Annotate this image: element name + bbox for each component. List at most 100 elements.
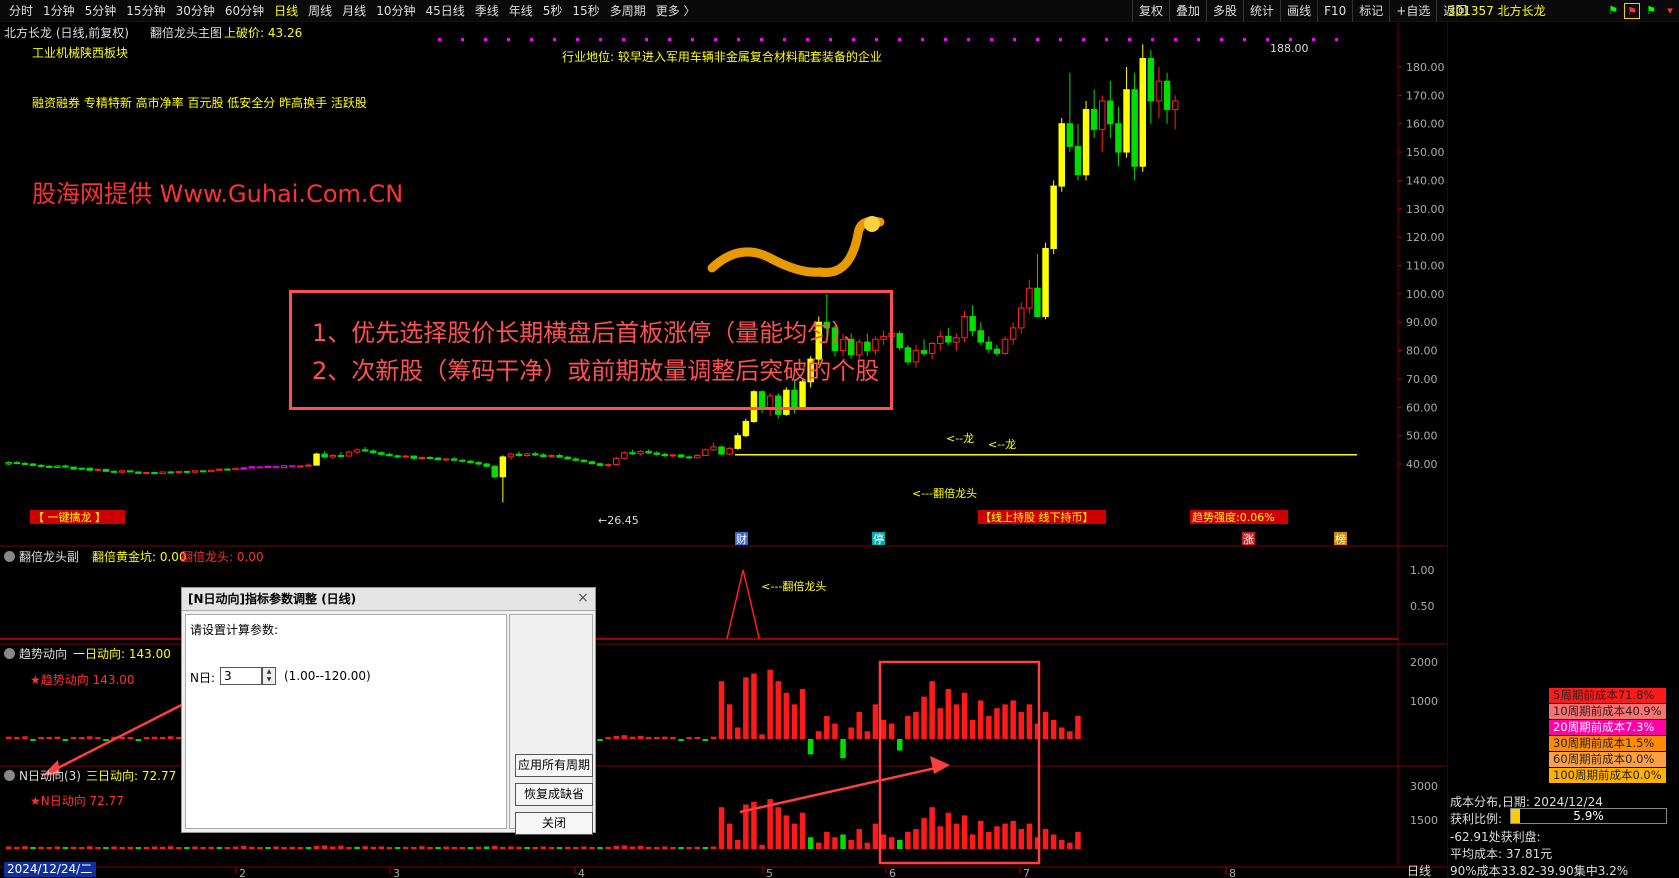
toolbar-button[interactable]: 统计 [1243,0,1280,22]
sub3-bar [46,847,52,849]
candle-body [410,455,417,459]
period-tab[interactable]: 日线 [269,0,303,22]
flag-icon[interactable]: ⚑ [1605,3,1621,19]
sub2-bar [710,736,717,739]
sub1-name: 翻倍龙头副 [19,550,80,564]
sub1-label[interactable]: 翻倍龙头副 [4,548,79,565]
period-tab[interactable]: 周线 [303,0,337,22]
signal-dot [898,38,901,41]
sub2-bar [735,727,741,739]
avg-cost: 平均成本: 37.81元 [1450,847,1553,861]
sub3-label[interactable]: N日动向(3) [4,767,81,784]
price-tick-label: 50.00 [1406,430,1438,443]
sub2-bar [613,735,619,739]
n-value-stepper[interactable]: ▲ ▼ [262,667,276,685]
sub3-bar [654,847,660,849]
period-tab[interactable]: 5分钟 [80,0,122,22]
price-tick-label: 120.00 [1406,231,1445,244]
gear-icon[interactable] [4,551,15,562]
sub3-bar [483,846,490,849]
toolbar-button[interactable]: 画线 [1280,0,1317,22]
sub2-bar [953,704,960,739]
low-price-label: ←26.45 [598,514,639,527]
signal-dot [875,38,878,41]
price-tick-label: 100.00 [1406,288,1445,301]
sub2-bar [127,737,133,739]
stock-tags: 融资融券 专精特新 高市净率 百元股 低安全分 昨高换手 活跃股 [32,96,367,110]
candle-body [224,468,231,471]
period-tab[interactable]: 年线 [504,0,538,22]
x-tick-label: 3 [393,867,400,878]
n-value-input[interactable]: 3 [220,667,262,685]
period-tab[interactable]: 30分钟 [171,0,220,22]
close-button[interactable]: 关闭 [515,812,593,835]
toolbar-button[interactable]: F10 [1317,0,1352,22]
sub2-bar [702,739,709,741]
toolbar-button[interactable]: 复权 [1132,0,1169,22]
sub2-bar [78,737,85,739]
candle-body [742,420,750,437]
spin-down-icon[interactable]: ▼ [263,676,275,684]
sub3-bar [451,847,457,849]
signal-dot [438,38,441,41]
profit-ratio-label: 获利比例: [1450,812,1503,826]
toolbar-button[interactable]: 多股 [1206,0,1243,22]
period-tab[interactable]: 更多 〉 [651,0,701,22]
candle-body [1001,338,1009,354]
sub2-label[interactable]: 趋势动向 [4,645,67,662]
sub2-bar [14,737,20,739]
sub3-bar [637,845,644,849]
gear-icon[interactable] [4,770,15,781]
toolbar-button[interactable]: 叠加 [1169,0,1206,22]
spin-up-icon[interactable]: ▲ [263,668,275,676]
period-tab[interactable]: 15秒 [567,0,604,22]
sub3-bar [1026,823,1033,849]
flag-red-icon[interactable]: ⚑ [1624,3,1640,19]
period-tab[interactable]: 1分钟 [38,0,80,22]
sub2-bar [807,739,814,755]
toolbar-button[interactable]: +自选 [1389,0,1436,22]
main-indicator-name[interactable]: 翻倍龙头主图 [150,24,222,41]
restore-default-button[interactable]: 恢复成缺省 [515,783,593,806]
period-tab[interactable]: 5秒 [538,0,568,22]
sub3-bar [662,846,668,849]
sub3-bar [216,847,223,849]
candle-body [394,455,401,458]
candle-body [564,456,571,460]
toolbar-button[interactable]: 标记 [1352,0,1389,22]
apply-all-button[interactable]: 应用所有周期 [515,754,593,777]
period-tab[interactable]: 45日线 [420,0,469,22]
candle-body [556,454,563,458]
signal-dot [760,38,763,41]
period-tab[interactable]: 多周期 [605,0,651,22]
sub2-bar [22,736,28,739]
sub3-bar [1010,820,1016,849]
candle-body [677,454,685,458]
notice-line-1: 1、优先选择股价长期横盘后首板涨停（量能均匀）、 [312,319,868,347]
high-price-label: 188.00 [1270,42,1309,55]
period-tab[interactable]: 分时 [4,0,38,22]
sub2-bar [824,715,830,739]
period-tab[interactable]: 10分钟 [371,0,420,22]
sub3-bar [411,847,417,849]
sub2-bar [888,723,895,739]
period-tab[interactable]: 季线 [470,0,504,22]
price-tick-label: 130.00 [1406,203,1445,216]
bottom-period-tab[interactable]: 日线 [1407,862,1431,878]
signal-dot [1036,38,1039,41]
signal-dot [1220,38,1223,41]
menu-icon[interactable]: ▾ [1662,3,1678,19]
gear-icon[interactable] [4,648,15,659]
notice-box: 1、优先选择股价长期横盘后首板涨停（量能均匀）、 2、次新股（筹码干净）或前期放… [289,290,893,410]
period-tab[interactable]: 15分钟 [121,0,170,22]
sub2-bar [783,692,790,739]
period-tab[interactable]: 60分钟 [220,0,269,22]
sub2-bar [816,731,822,739]
close-icon[interactable]: × [575,591,591,607]
flag-green-icon[interactable]: ⚑ [1643,3,1659,19]
sub3-bar [816,842,822,849]
top-toolbar: 分时 1分钟 5分钟 15分钟 30分钟 60分钟 日线 周线 月线 10分钟 45日线 季线 年线 5秒… [0,0,1679,22]
candle-body [143,472,150,475]
signal-dot [461,38,464,41]
period-tab[interactable]: 月线 [337,0,371,22]
